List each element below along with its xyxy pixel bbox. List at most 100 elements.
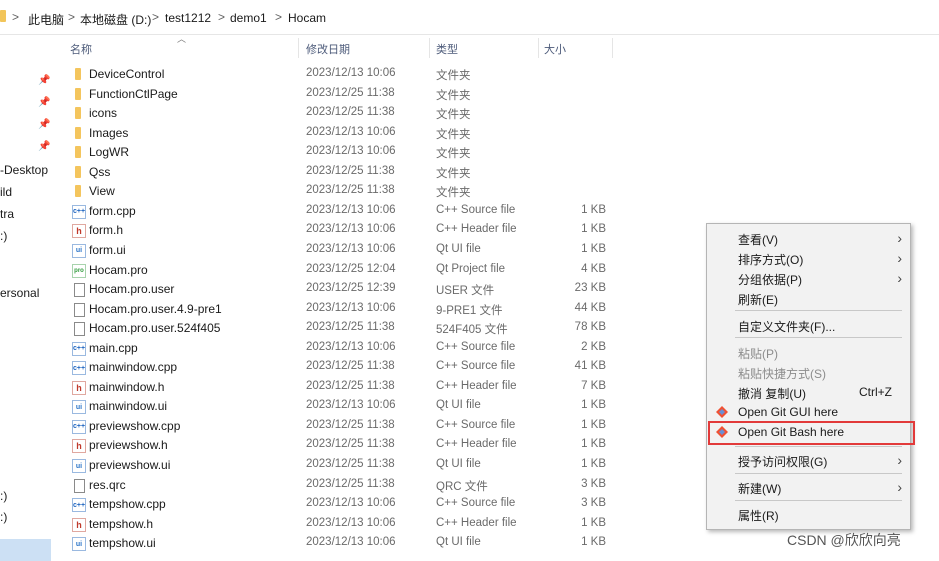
file-row[interactable]: c++ previewshow.cpp 2023/12/25 11:38 C++ So…	[64, 416, 624, 436]
file-name: mainwindow.ui	[89, 399, 168, 414]
pin-icon[interactable]: 📌	[38, 142, 50, 152]
file-size: 7 KB	[581, 379, 606, 392]
menu-item-refresh[interactable]: 刷新(E)	[707, 288, 910, 308]
column-header-name[interactable]: 名称	[70, 41, 92, 57]
file-row[interactable]: res.qrc 2023/12/25 11:38 QRC 文件 3 KB	[64, 475, 624, 495]
nav-item-desktop[interactable]: -Desktop	[0, 163, 48, 177]
menu-item-group[interactable]: 分组依据(P) ›	[707, 268, 910, 288]
menu-item-grant-access[interactable]: 授予访问权限(G) ›	[707, 450, 910, 470]
pin-icon[interactable]: 📌	[38, 120, 50, 130]
file-row[interactable]: ui form.ui 2023/12/13 10:06 Qt UI file 1 KB	[64, 240, 624, 260]
folder-icon	[75, 87, 81, 100]
menu-item-label: 自定义文件夹(F)...	[738, 320, 836, 334]
document-icon	[74, 478, 85, 493]
menu-item-label: 粘贴(P)	[738, 347, 778, 361]
menu-item-new[interactable]: 新建(W) ›	[707, 477, 910, 497]
nav-item-drive-c[interactable]: :)	[0, 489, 7, 503]
file-size: 1 KB	[581, 536, 606, 549]
file-size: 23 KB	[574, 282, 606, 295]
file-row[interactable]: h tempshow.h 2023/12/13 10:06 C++ Header fi…	[64, 514, 624, 534]
file-name: icons	[89, 106, 118, 121]
file-row[interactable]: h mainwindow.h 2023/12/25 11:38 C++ Header …	[64, 377, 624, 397]
git-icon	[716, 406, 728, 418]
file-row[interactable]: pro Hocam.pro 2023/12/25 12:04 Qt Project f…	[64, 260, 624, 280]
file-row[interactable]: ui tempshow.ui 2023/12/13 10:06 Qt UI file 1…	[64, 533, 624, 553]
file-type: Qt UI file	[436, 242, 481, 255]
file-row[interactable]: Hocam.pro.user 2023/12/25 12:39 USER 文件 23 …	[64, 279, 624, 299]
menu-item-paste-shortcut[interactable]: 粘贴快捷方式(S)	[707, 362, 910, 382]
file-row[interactable]: Hocam.pro.user.524f405 2023/12/25 11:38 52…	[64, 318, 624, 338]
column-divider[interactable]	[298, 38, 299, 58]
column-header-date[interactable]: 修改日期	[306, 41, 350, 57]
breadcrumb-item-test1212[interactable]: test1212	[165, 11, 211, 25]
file-row[interactable]: DeviceControl 2023/12/13 10:06 文件夹	[64, 64, 624, 84]
file-row[interactable]: LogWR 2023/12/13 10:06 文件夹	[64, 142, 624, 162]
nav-item-drive[interactable]: :)	[0, 229, 7, 243]
column-header-type[interactable]: 类型	[436, 41, 458, 57]
nav-item-build[interactable]: ild	[0, 185, 12, 199]
file-row[interactable]: h previewshow.h 2023/12/25 11:38 C++ Header…	[64, 435, 624, 455]
file-row[interactable]: ui mainwindow.ui 2023/12/13 10:06 Qt UI fil…	[64, 396, 624, 416]
menu-item-paste[interactable]: 粘贴(P)	[707, 342, 910, 362]
file-date: 2023/12/25 11:38	[306, 86, 395, 99]
file-row[interactable]: h form.h 2023/12/13 10:06 C++ Header file 1 …	[64, 220, 624, 240]
breadcrumb-item-hocam[interactable]: Hocam	[288, 11, 326, 25]
context-menu: 查看(V) › 排序方式(O) › 分组依据(P) › 刷新(E) 自定义文件夹…	[706, 223, 911, 530]
file-row[interactable]: Hocam.pro.user.4.9-pre1 2023/12/13 10:06 9…	[64, 299, 624, 319]
folder-icon	[75, 107, 81, 120]
menu-item-open-git-gui[interactable]: Open Git GUI here	[707, 402, 910, 422]
file-date: 2023/12/25 11:38	[306, 438, 395, 451]
file-name: View	[89, 184, 115, 199]
column-header-size[interactable]: 大小	[544, 41, 566, 57]
breadcrumb-item-drive-d[interactable]: 本地磁盘 (D:)	[80, 11, 151, 28]
menu-item-view[interactable]: 查看(V) ›	[707, 228, 910, 248]
file-type: C++ Source file	[436, 418, 516, 431]
menu-item-undo-copy[interactable]: 撤消 复制(U) Ctrl+Z	[707, 382, 910, 402]
pin-icon[interactable]: 📌	[38, 98, 50, 108]
menu-item-properties[interactable]: 属性(R)	[707, 504, 910, 524]
file-name: Qss	[89, 164, 111, 179]
column-divider[interactable]	[429, 38, 430, 58]
file-row[interactable]: Qss 2023/12/25 11:38 文件夹	[64, 162, 624, 182]
pin-icon[interactable]: 📌	[38, 76, 50, 86]
file-date: 2023/12/13 10:06	[306, 203, 396, 216]
column-divider[interactable]	[612, 38, 613, 58]
nav-item-drive-d[interactable]: :)	[0, 510, 7, 524]
file-row[interactable]: c++ main.cpp 2023/12/13 10:06 C++ Source fi…	[64, 338, 624, 358]
file-size: 1 KB	[581, 399, 606, 412]
nav-item-personal[interactable]: ersonal	[0, 286, 39, 300]
file-name: mainwindow.cpp	[89, 360, 178, 375]
nav-item-extra[interactable]: tra	[0, 207, 14, 221]
menu-item-label: 新建(W)	[738, 482, 782, 496]
file-date: 2023/12/25 12:04	[306, 262, 396, 275]
address-bar[interactable]: > 此电脑 > 本地磁盘 (D:) > test1212 > demo1 > H…	[0, 0, 939, 35]
column-divider[interactable]	[538, 38, 539, 58]
file-row[interactable]: ui previewshow.ui 2023/12/25 11:38 Qt UI fi…	[64, 455, 624, 475]
file-row[interactable]: View 2023/12/25 11:38 文件夹	[64, 181, 624, 201]
menu-separator	[735, 473, 902, 474]
file-row[interactable]: Images 2023/12/13 10:06 文件夹	[64, 123, 624, 143]
file-type: C++ Header file	[436, 379, 517, 392]
file-row[interactable]: c++ tempshow.cpp 2023/12/13 10:06 C++ Sourc…	[64, 494, 624, 514]
file-size: 78 KB	[574, 321, 606, 334]
file-type: C++ Source file	[436, 340, 516, 353]
file-type: QRC 文件	[436, 480, 488, 493]
file-size: 3 KB	[581, 477, 606, 490]
document-icon	[74, 283, 85, 298]
file-row[interactable]: FunctionCtlPage 2023/12/25 11:38 文件夹	[64, 84, 624, 104]
menu-item-label: 粘贴快捷方式(S)	[738, 367, 826, 381]
folder-icon	[75, 68, 81, 80]
folder-icon	[75, 146, 81, 159]
file-name: tempshow.cpp	[89, 497, 166, 512]
file-row[interactable]: icons 2023/12/25 11:38 文件夹	[64, 103, 624, 123]
menu-item-label: 查看(V)	[738, 233, 778, 247]
menu-item-sort[interactable]: 排序方式(O) ›	[707, 248, 910, 268]
file-row[interactable]: c++ form.cpp 2023/12/13 10:06 C++ Source fi…	[64, 201, 624, 221]
file-date: 2023/12/13 10:06	[306, 340, 396, 353]
breadcrumb-item-this-pc[interactable]: 此电脑	[28, 11, 64, 28]
cpp-file-icon: c++	[72, 341, 86, 356]
file-date: 2023/12/25 11:38	[306, 458, 395, 470]
file-row[interactable]: c++ mainwindow.cpp 2023/12/25 11:38 C++ Sou…	[64, 357, 624, 377]
breadcrumb-item-demo1[interactable]: demo1	[230, 11, 267, 25]
menu-item-customize-folder[interactable]: 自定义文件夹(F)...	[707, 315, 910, 335]
